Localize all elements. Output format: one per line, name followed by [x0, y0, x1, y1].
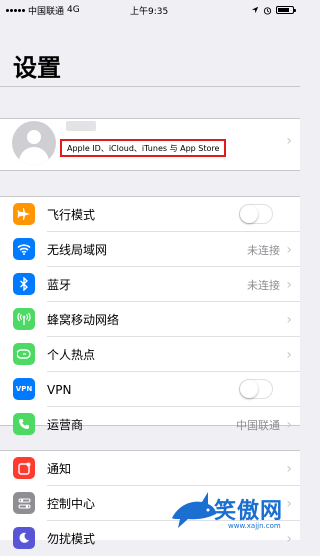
row-label: 蜂窝移动网络: [47, 313, 120, 327]
apple-id-subtitle: Apple ID、iCloud、iTunes 与 App Store: [60, 139, 227, 157]
row-label: 个人热点: [47, 348, 96, 362]
shark-logo-icon: [172, 492, 216, 528]
row-label: 通知: [47, 462, 72, 476]
phone-icon: [13, 413, 35, 435]
wifi-icon: [13, 238, 35, 260]
settings-row-carrier[interactable]: 运营商 中国联通 ›: [0, 407, 300, 442]
chevron-right-icon: ›: [286, 311, 292, 328]
status-bar: 中国联通 4G 上午9:35: [0, 0, 300, 20]
airplane-mode-toggle[interactable]: [239, 204, 273, 224]
chevron-right-icon: ›: [286, 416, 292, 433]
status-right: [251, 6, 296, 15]
apple-id-profile-row[interactable]: Apple ID、iCloud、iTunes 与 App Store ›: [0, 118, 300, 171]
row-label: 无线局域网: [47, 243, 108, 257]
settings-row-vpn[interactable]: VPN VPN: [0, 372, 300, 407]
bluetooth-icon: [13, 273, 35, 295]
row-label: 控制中心: [47, 497, 96, 511]
carrier-label: 中国联通: [28, 6, 65, 17]
vpn-icon: VPN: [13, 378, 35, 400]
watermark-text: 笑傲网: [214, 499, 284, 524]
settings-row-wifi[interactable]: 无线局域网 未连接 ›: [0, 232, 300, 267]
settings-row-bluetooth[interactable]: 蓝牙 未连接 ›: [0, 267, 300, 302]
settings-row-notifications[interactable]: 通知 ›: [0, 451, 300, 486]
row-label: 运营商: [47, 418, 84, 432]
avatar: [12, 121, 56, 165]
location-icon: [251, 6, 259, 14]
control-center-icon: [13, 492, 35, 514]
chevron-right-icon: ›: [286, 460, 292, 477]
row-value: 未连接: [247, 278, 280, 292]
network-label: 4G: [67, 5, 80, 15]
settings-row-airplane-mode[interactable]: 飞行模式: [0, 197, 300, 232]
row-label: VPN: [47, 382, 72, 397]
site-watermark: 笑傲网 www.xajjn.com: [168, 488, 296, 536]
watermark-url: www.xajjn.com: [228, 522, 281, 530]
notifications-icon: [13, 457, 35, 479]
chevron-right-icon: ›: [286, 241, 292, 258]
blurred-user-name: [66, 121, 96, 131]
row-value: 中国联通: [236, 418, 280, 432]
airplane-icon: [13, 203, 35, 225]
settings-row-cellular[interactable]: 蜂窝移动网络 ›: [0, 302, 300, 337]
settings-row-hotspot[interactable]: 个人热点 ›: [0, 337, 300, 372]
status-left: 中国联通 4G: [6, 4, 80, 17]
vpn-toggle[interactable]: [239, 379, 273, 399]
clock: 上午9:35: [130, 6, 169, 17]
row-value: 未连接: [247, 243, 280, 257]
signal-strength-icon: [6, 8, 25, 12]
row-label: 蓝牙: [47, 278, 72, 292]
chevron-right-icon: ›: [286, 133, 292, 149]
moon-icon: [13, 527, 35, 549]
battery-icon: [276, 6, 296, 14]
page-title: 设置: [13, 54, 61, 82]
antenna-icon: [13, 308, 35, 330]
chevron-right-icon: ›: [286, 276, 292, 293]
alarm-icon: [263, 6, 272, 15]
chevron-right-icon: ›: [286, 346, 292, 363]
header-divider: [0, 86, 300, 87]
hotspot-icon: [13, 343, 35, 365]
row-label: 飞行模式: [47, 208, 96, 222]
connectivity-group: 飞行模式 无线局域网 未连接 › 蓝牙 未连接 › 蜂窝移动网络 › 个人热点 …: [0, 196, 300, 435]
